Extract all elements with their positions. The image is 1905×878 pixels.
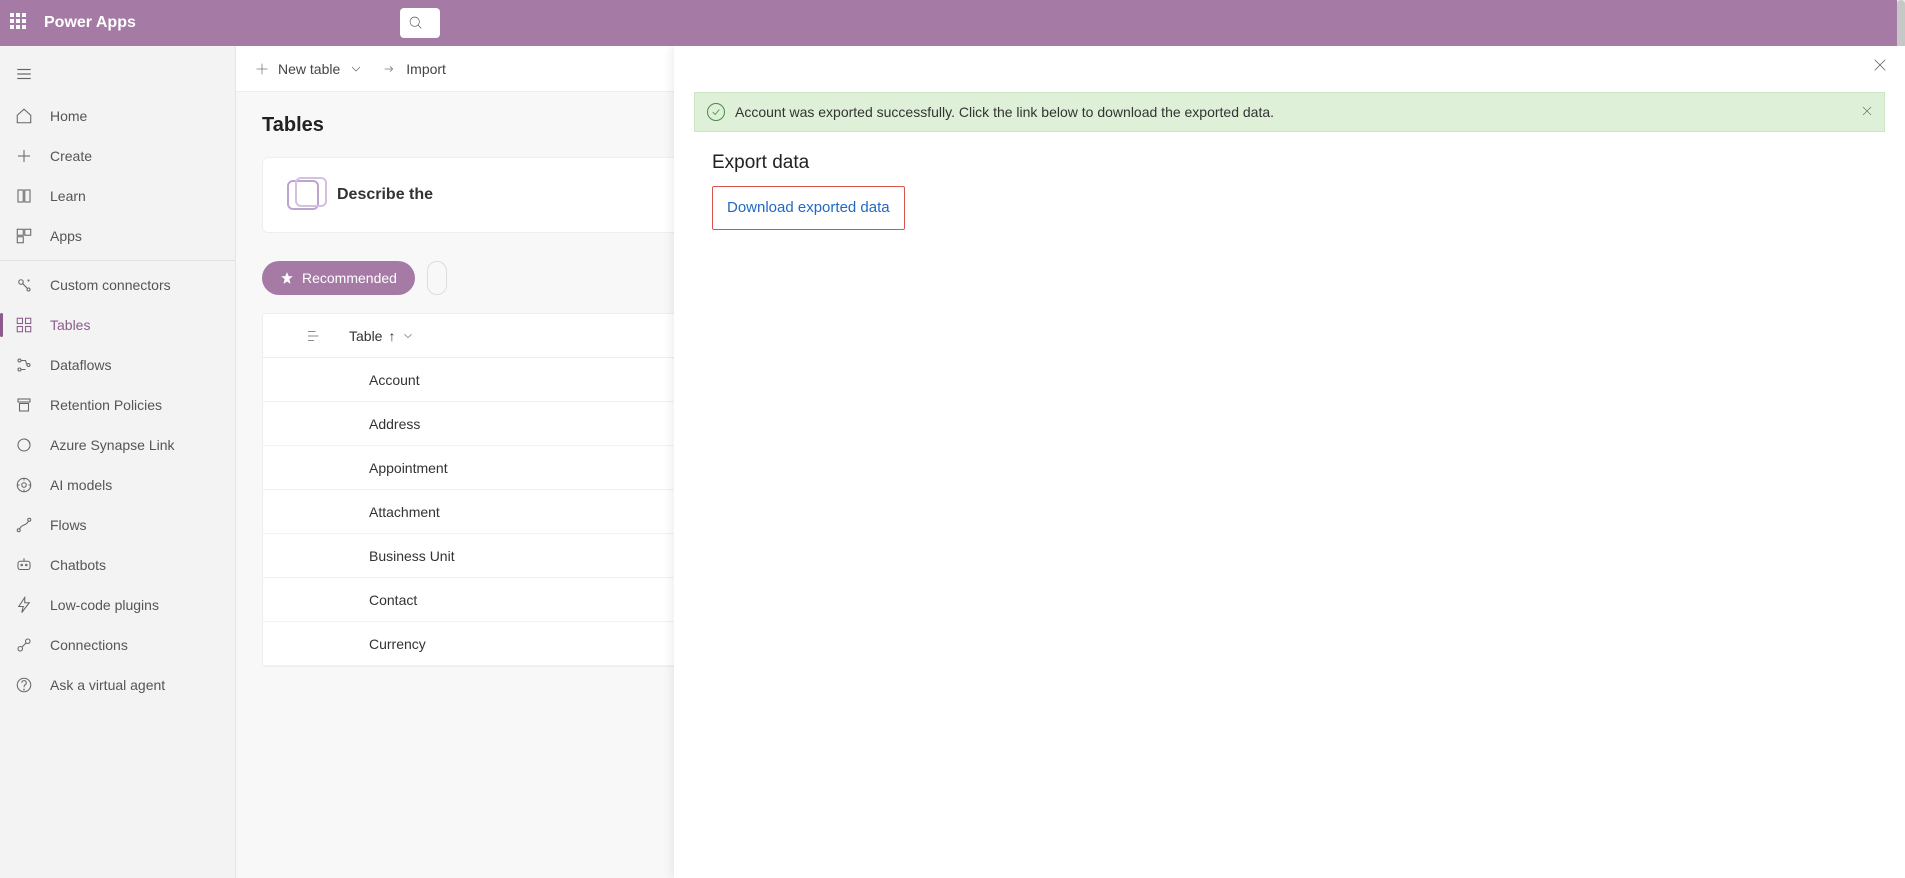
table-cell: Address xyxy=(369,416,420,432)
sidebar-item-label: Learn xyxy=(50,188,86,204)
recommended-label: Recommended xyxy=(302,270,397,286)
chatbot-icon xyxy=(14,555,34,575)
table-cell: Account xyxy=(369,372,420,388)
sidebar-item-label: Create xyxy=(50,148,92,164)
table-header-label: Table xyxy=(349,328,382,344)
sidebar-item-apps[interactable]: Apps xyxy=(0,216,235,256)
download-exported-data-link[interactable]: Download exported data xyxy=(727,199,890,216)
close-icon xyxy=(1860,104,1874,118)
sidebar-item-flows[interactable]: Flows xyxy=(0,505,235,545)
sidebar-item-label: AI models xyxy=(50,477,112,493)
sidebar-item-label: Azure Synapse Link xyxy=(50,437,175,453)
main-content: New table Import Tables Describe the Rec… xyxy=(236,46,1905,878)
apps-icon xyxy=(14,226,34,246)
download-link-highlight: Download exported data xyxy=(712,186,905,230)
search-icon xyxy=(408,15,424,31)
sidebar-item-label: Low-code plugins xyxy=(50,597,159,613)
import-button[interactable]: Import xyxy=(382,61,446,77)
nav-collapse-button[interactable] xyxy=(0,52,235,96)
sidebar-item-label: Custom connectors xyxy=(50,277,171,293)
app-bar: Power Apps xyxy=(0,0,1905,46)
flows-icon xyxy=(14,515,34,535)
sidebar-item-label: Retention Policies xyxy=(50,397,162,413)
sidebar-item-learn[interactable]: Learn xyxy=(0,176,235,216)
list-sort-icon xyxy=(305,327,323,345)
sidebar-item-dataflows[interactable]: Dataflows xyxy=(0,345,235,385)
sidebar-item-label: Ask a virtual agent xyxy=(50,677,165,693)
sidebar-item-label: Dataflows xyxy=(50,357,111,373)
sidebar-item-label: Home xyxy=(50,108,87,124)
import-label: Import xyxy=(406,61,446,77)
sidebar-item-custom-connectors[interactable]: Custom connectors xyxy=(0,265,235,305)
search-input[interactable] xyxy=(400,8,440,38)
sidebar-item-label: Flows xyxy=(50,517,87,533)
describe-card-text: Describe the xyxy=(337,186,433,204)
sidebar-item-tables[interactable]: Tables xyxy=(0,305,235,345)
plus-icon xyxy=(14,146,34,166)
ai-models-icon xyxy=(14,475,34,495)
sidebar-item-azure-synapse-link[interactable]: Azure Synapse Link xyxy=(0,425,235,465)
sidebar-item-label: Tables xyxy=(50,317,90,333)
export-data-panel: Account was exported successfully. Click… xyxy=(674,46,1905,878)
copilot-icon xyxy=(287,180,319,210)
sidebar-item-connections[interactable]: Connections xyxy=(0,625,235,665)
question-icon xyxy=(14,675,34,695)
connector-icon xyxy=(14,275,34,295)
connections-icon xyxy=(14,635,34,655)
hamburger-icon xyxy=(14,64,34,84)
sidebar-item-low-code-plugins[interactable]: Low-code plugins xyxy=(0,585,235,625)
sidebar-item-label: Chatbots xyxy=(50,557,106,573)
table-cell: Currency xyxy=(369,636,426,652)
sort-ascending-icon: ↑ xyxy=(388,328,395,344)
sidebar-item-ask-virtual-agent[interactable]: Ask a virtual agent xyxy=(0,665,235,705)
new-table-button[interactable]: New table xyxy=(254,61,364,77)
retention-icon xyxy=(14,395,34,415)
synapse-icon xyxy=(14,435,34,455)
dismiss-banner-button[interactable] xyxy=(1860,104,1874,121)
chevron-down-icon xyxy=(348,61,364,77)
plugins-icon xyxy=(14,595,34,615)
success-checkmark-icon xyxy=(707,103,725,121)
home-icon xyxy=(14,106,34,126)
sidebar-item-create[interactable]: Create xyxy=(0,136,235,176)
filter-pill-next[interactable] xyxy=(427,261,447,295)
table-cell: Contact xyxy=(369,592,417,608)
table-cell: Attachment xyxy=(369,504,440,520)
new-table-label: New table xyxy=(278,61,340,77)
table-cell: Business Unit xyxy=(369,548,455,564)
sidebar-item-home[interactable]: Home xyxy=(0,96,235,136)
sidebar-item-label: Connections xyxy=(50,637,128,653)
close-icon xyxy=(1871,56,1889,74)
success-message-text: Account was exported successfully. Click… xyxy=(735,104,1274,120)
tables-icon xyxy=(14,315,34,335)
sidebar-item-label: Apps xyxy=(50,228,82,244)
recommended-filter-pill[interactable]: Recommended xyxy=(262,261,415,295)
app-title: Power Apps xyxy=(44,14,136,32)
import-icon xyxy=(382,61,398,77)
sidebar: Home Create Learn Apps Custom conn xyxy=(0,46,236,878)
table-cell: Appointment xyxy=(369,460,448,476)
panel-close-button[interactable] xyxy=(1871,56,1891,76)
success-banner: Account was exported successfully. Click… xyxy=(694,92,1885,132)
book-icon xyxy=(14,186,34,206)
star-icon xyxy=(280,271,294,285)
plus-icon xyxy=(254,61,270,77)
panel-heading: Export data xyxy=(712,152,1867,174)
sidebar-item-retention-policies[interactable]: Retention Policies xyxy=(0,385,235,425)
sidebar-item-ai-models[interactable]: AI models xyxy=(0,465,235,505)
sidebar-item-chatbots[interactable]: Chatbots xyxy=(0,545,235,585)
dataflows-icon xyxy=(14,355,34,375)
chevron-down-icon xyxy=(401,329,415,343)
app-launcher-icon[interactable] xyxy=(10,13,30,33)
